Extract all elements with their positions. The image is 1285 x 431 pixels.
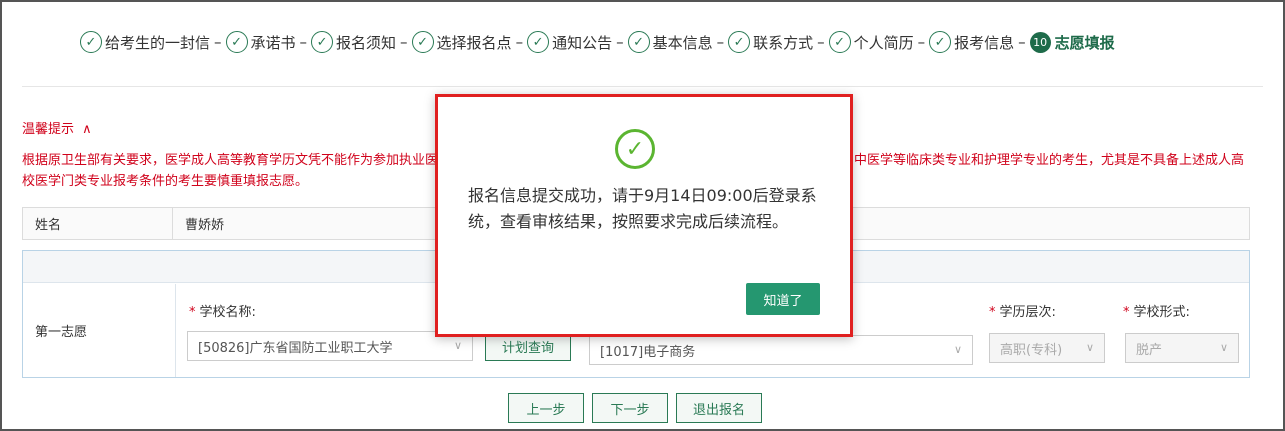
acknowledge-button[interactable]: 知道了 xyxy=(746,283,820,315)
check-circle-icon: ✓ xyxy=(615,129,655,169)
dialog-message: 报名信息提交成功，请于9月14日09:00后登录系统，查看审核结果，按照要求完成… xyxy=(468,186,817,231)
success-dialog: ✓ 报名信息提交成功，请于9月14日09:00后登录系统，查看审核结果，按照要求… xyxy=(435,94,853,337)
page-frame: ✓ 给考生的一封信 – ✓ 承诺书 – ✓ 报名须知 – ✓ 选择报名点 – ✓ 通知公告… xyxy=(0,0,1285,431)
